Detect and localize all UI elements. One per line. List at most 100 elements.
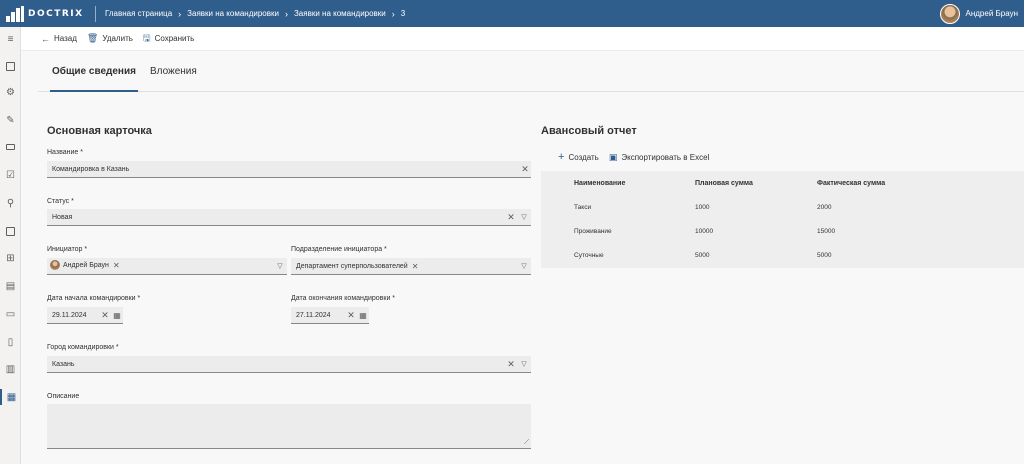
arrow-left-icon: ← [41, 33, 50, 44]
apps-icon[interactable]: ⊞ [0, 250, 21, 266]
breadcrumb: Главная страница › Заявки на командировк… [105, 9, 405, 19]
logo-icon [6, 5, 24, 22]
tab-bar: Общие сведения Вложения [38, 51, 1024, 92]
city-value: Казань [52, 360, 75, 368]
start-date-picker[interactable]: 29.11.2024 ✕ ▦ [47, 307, 123, 324]
initiator-value: Андрей Браун [63, 261, 109, 269]
avatar [50, 260, 60, 270]
city-dropdown[interactable]: Казань ✕ ▽ [47, 356, 531, 373]
card-icon[interactable] [0, 139, 21, 155]
clear-icon[interactable]: ✕ [519, 164, 531, 175]
remove-icon[interactable]: ✕ [412, 262, 419, 271]
save-icon: 🖫 [142, 32, 151, 43]
initiator-chip: Андрей Браун ✕ [50, 260, 120, 270]
cell-planned: 10000 [695, 227, 714, 235]
column-header-name[interactable]: Наименование [574, 180, 625, 187]
description-label: Описание [47, 393, 80, 400]
cell-name: Проживание [574, 227, 612, 235]
back-button[interactable]: ← Назад [41, 34, 77, 44]
excel-icon: ▣ [608, 151, 618, 162]
export-excel-button[interactable]: ▣ Экспортировать в Excel [609, 152, 709, 163]
calendar-icon[interactable]: ▦ [111, 311, 123, 320]
chevron-down-icon[interactable]: ▽ [517, 262, 531, 270]
status-label: Статус * [47, 198, 74, 205]
menu-icon[interactable]: ≡ [0, 31, 21, 47]
table-row[interactable]: Проживание 10000 15000 [541, 219, 1024, 243]
user-menu[interactable]: Андрей Браун [939, 0, 1019, 27]
chevron-down-icon[interactable]: ▽ [517, 360, 531, 368]
table-row[interactable]: Суточные 5000 5000 [541, 243, 1024, 267]
list-icon[interactable]: ▥ [0, 361, 21, 377]
topbar-divider [95, 5, 96, 22]
save-label: Сохранить [154, 34, 195, 43]
initiator-label: Инициатор * [47, 246, 88, 253]
report-toolbar: + Создать ▣ Экспортировать в Excel [541, 151, 719, 163]
user-name: Андрей Браун [965, 9, 1019, 18]
department-chip: Департамент суперпользователей ✕ [296, 262, 418, 271]
file-icon[interactable]: ▯ [0, 334, 21, 350]
resize-handle-icon[interactable]: ⟋ [524, 439, 529, 447]
department-picker[interactable]: Департамент суперпользователей ✕ ▽ [291, 258, 531, 275]
department-label: Подразделение инициатора * [291, 246, 387, 253]
cell-planned: 5000 [695, 251, 710, 259]
trash-icon: 🗑 [86, 33, 99, 43]
clear-icon[interactable]: ✕ [505, 359, 517, 370]
breadcrumb-item-home[interactable]: Главная страница [105, 9, 172, 18]
back-label: Назад [54, 34, 77, 43]
cell-actual: 2000 [817, 203, 832, 211]
calendar-icon[interactable]: ▦ [357, 311, 369, 320]
name-input[interactable]: Командировка в Казань ✕ [47, 161, 531, 178]
clear-icon[interactable]: ✕ [99, 310, 111, 321]
avatar [939, 3, 960, 24]
top-bar: DOCTRIX Главная страница › Заявки на ком… [0, 0, 1024, 27]
save-button[interactable]: 🖫 Сохранить [143, 31, 194, 47]
description-textarea[interactable]: ⟋ [47, 404, 531, 449]
end-date-picker[interactable]: 27.11.2024 ✕ ▦ [291, 307, 369, 324]
clear-icon[interactable]: ✕ [345, 310, 357, 321]
layout-icon[interactable] [0, 223, 21, 239]
name-value: Командировка в Казань [52, 165, 130, 173]
logo[interactable]: DOCTRIX [0, 5, 95, 22]
cell-name: Суточные [574, 251, 604, 259]
status-value: Новая [52, 213, 73, 221]
tab-attachments[interactable]: Вложения [144, 51, 203, 92]
start-date-value: 29.11.2024 [52, 311, 87, 319]
dashboard-icon[interactable] [0, 58, 21, 74]
export-label: Экспортировать в Excel [621, 152, 710, 162]
settings-icon[interactable]: ⚙ [0, 84, 21, 100]
edit-icon[interactable]: ✎ [0, 112, 21, 128]
name-label: Название * [47, 149, 83, 156]
chevron-right-icon: › [391, 8, 395, 19]
chat-icon[interactable]: ▭ [0, 306, 21, 322]
breadcrumb-item-requests[interactable]: Заявки на командировки [187, 9, 279, 18]
table-row[interactable]: Такси 1000 2000 [541, 195, 1024, 219]
plus-icon: + [558, 151, 565, 163]
end-date-value: 27.11.2024 [296, 311, 331, 319]
breadcrumb-item-current: 3 [400, 9, 406, 18]
logo-text: DOCTRIX [28, 8, 84, 19]
document-icon[interactable]: ▤ [0, 278, 21, 294]
status-dropdown[interactable]: Новая ✕ ▽ [47, 209, 531, 226]
form-title: Основная карточка [47, 125, 152, 137]
initiator-picker[interactable]: Андрей Браун ✕ ▽ [47, 258, 287, 275]
cell-planned: 1000 [695, 203, 710, 211]
column-header-actual[interactable]: Фактическая сумма [817, 180, 885, 187]
chevron-down-icon[interactable]: ▽ [273, 262, 287, 270]
clear-icon[interactable]: ✕ [505, 212, 517, 223]
cell-actual: 15000 [817, 227, 836, 235]
remove-icon[interactable]: ✕ [113, 261, 120, 270]
delete-button[interactable]: 🗑 Удалить [87, 33, 133, 44]
create-button[interactable]: + Создать [558, 151, 599, 163]
checkbox-icon[interactable]: ☑ [0, 167, 21, 183]
city-label: Город командировки * [47, 344, 119, 351]
create-label: Создать [568, 152, 599, 162]
breadcrumb-item-requests-list[interactable]: Заявки на командировки [294, 9, 386, 18]
department-value: Департамент суперпользователей [296, 262, 408, 270]
chevron-down-icon[interactable]: ▽ [517, 213, 531, 221]
column-header-planned[interactable]: Плановая сумма [695, 180, 753, 187]
org-icon[interactable]: ⚲ [0, 195, 21, 211]
tab-general[interactable]: Общие сведения [46, 51, 142, 92]
report-icon[interactable]: ▦ [0, 389, 21, 405]
report-title: Авансовый отчет [541, 125, 637, 137]
chevron-right-icon: › [284, 8, 288, 19]
